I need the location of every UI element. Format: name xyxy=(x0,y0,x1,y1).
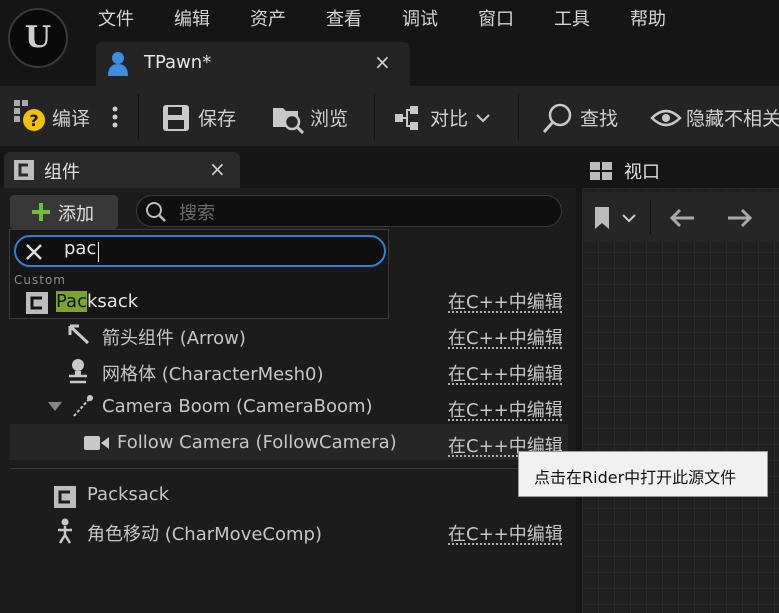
viewport-canvas[interactable] xyxy=(582,188,779,613)
save-button[interactable]: 保存 xyxy=(198,104,236,131)
menu-bar: U 文件 编辑 资产 查看 调试 窗口 工具 帮助 TPawn* × xyxy=(0,0,779,100)
find-icon[interactable] xyxy=(542,102,574,134)
tab-title: TPawn* xyxy=(144,52,212,73)
viewport-divider xyxy=(650,200,651,234)
viewport-icon xyxy=(590,162,612,180)
tree-item-follow-camera[interactable]: Follow Camera (FollowCamera) xyxy=(117,432,397,453)
text-cursor xyxy=(98,242,99,262)
edit-in-cpp-link[interactable]: 在C++中编辑 xyxy=(448,520,563,546)
arrow-component-icon xyxy=(68,324,90,345)
arrow-right-icon[interactable] xyxy=(726,208,754,228)
hide-unrelated-icon[interactable] xyxy=(650,102,682,134)
toolbar-divider xyxy=(374,94,375,140)
tab-close-button[interactable]: × xyxy=(374,50,391,74)
tree-item-character-mesh[interactable]: 网格体 (CharacterMesh0) xyxy=(102,360,323,386)
components-panel-tab[interactable]: 组件 × xyxy=(4,152,240,188)
edit-in-cpp-link[interactable]: 在C++中编辑 xyxy=(448,396,563,422)
browse-icon[interactable] xyxy=(272,102,304,134)
toolbar-divider xyxy=(138,94,139,140)
skeletal-mesh-icon xyxy=(69,359,87,384)
viewport-toolbar xyxy=(582,192,779,242)
menu-asset[interactable]: 资产 xyxy=(250,5,286,31)
components-panel-title: 组件 xyxy=(44,162,80,183)
result-rest: ksack xyxy=(86,291,139,312)
add-component-button[interactable]: 添加 xyxy=(10,195,118,229)
dropdown-result-packsack[interactable]: Packsack xyxy=(56,291,138,312)
compile-icon: ? xyxy=(14,100,45,131)
find-button[interactable]: 查找 xyxy=(580,104,618,131)
components-search-input[interactable]: 搜索 xyxy=(136,195,562,227)
diff-icon[interactable] xyxy=(394,104,426,132)
close-icon[interactable] xyxy=(24,242,44,262)
pawn-icon xyxy=(108,52,128,76)
menu-tools[interactable]: 工具 xyxy=(554,5,590,31)
search-icon xyxy=(146,202,166,222)
search-placeholder: 搜索 xyxy=(179,203,215,224)
add-label: 添加 xyxy=(58,204,94,225)
chevron-down-icon[interactable] xyxy=(622,214,636,224)
dropdown-query-text: pac xyxy=(64,238,97,259)
menu-window[interactable]: 窗口 xyxy=(478,5,514,31)
toolbar-divider xyxy=(518,94,519,140)
diff-button[interactable]: 对比 xyxy=(430,104,468,131)
tree-item-packsack[interactable]: Packsack xyxy=(87,484,169,505)
viewport-title: 视口 xyxy=(624,162,660,183)
viewport-panel-tab[interactable]: 视口 xyxy=(582,152,779,188)
chevron-down-icon[interactable] xyxy=(476,114,490,124)
tree-item-char-move-comp[interactable]: 角色移动 (CharMoveComp) xyxy=(87,520,322,546)
edit-in-cpp-link[interactable]: 在C++中编辑 xyxy=(448,360,563,386)
tree-item-arrow[interactable]: 箭头组件 (Arrow) xyxy=(102,324,246,350)
component-class-icon xyxy=(14,160,34,180)
compile-button[interactable]: ? xyxy=(14,100,46,132)
tooltip: 点击在Rider中打开此源文件 xyxy=(518,451,768,497)
menu-file[interactable]: 文件 xyxy=(98,5,134,31)
menu-debug[interactable]: 调试 xyxy=(402,5,438,31)
svg-text:?: ? xyxy=(29,111,38,130)
more-options-icon[interactable] xyxy=(110,106,120,130)
browse-button[interactable]: 浏览 xyxy=(310,104,348,131)
compile-label[interactable]: 编译 xyxy=(52,104,90,131)
arrow-left-icon[interactable] xyxy=(668,208,696,228)
menu-edit[interactable]: 编辑 xyxy=(174,5,210,31)
menu-help[interactable]: 帮助 xyxy=(630,5,666,31)
plus-icon xyxy=(32,203,50,221)
hide-unrelated-button[interactable]: 隐藏不相关 xyxy=(686,104,779,131)
unreal-logo[interactable]: U xyxy=(8,8,68,68)
spring-arm-icon xyxy=(73,395,93,417)
camera-icon xyxy=(84,436,109,450)
panel-close-button[interactable]: × xyxy=(209,157,226,181)
dropdown-category-label: Custom xyxy=(14,273,66,287)
section-divider xyxy=(10,468,568,469)
expand-arrow-icon[interactable] xyxy=(48,402,62,412)
tree-item-camera-boom[interactable]: Camera Boom (CameraBoom) xyxy=(102,396,373,417)
edit-in-cpp-link[interactable]: 在C++中编辑 xyxy=(448,288,563,314)
dropdown-search-input[interactable]: pac xyxy=(14,235,386,267)
search-match-highlight: Pac xyxy=(56,291,87,312)
tab-tpawn[interactable]: TPawn* × xyxy=(96,42,410,86)
menu-view[interactable]: 查看 xyxy=(326,5,362,31)
edit-in-cpp-link[interactable]: 在C++中编辑 xyxy=(448,324,563,350)
tooltip-text: 点击在Rider中打开此源文件 xyxy=(534,468,737,487)
save-icon[interactable] xyxy=(162,104,190,132)
character-movement-icon xyxy=(58,518,72,544)
toolbar: ? 编译 保存 浏览 对比 查找 隐藏不相关 xyxy=(0,86,779,146)
bookmark-icon[interactable] xyxy=(594,206,610,230)
component-class-icon xyxy=(54,486,76,508)
component-class-icon xyxy=(26,292,48,314)
